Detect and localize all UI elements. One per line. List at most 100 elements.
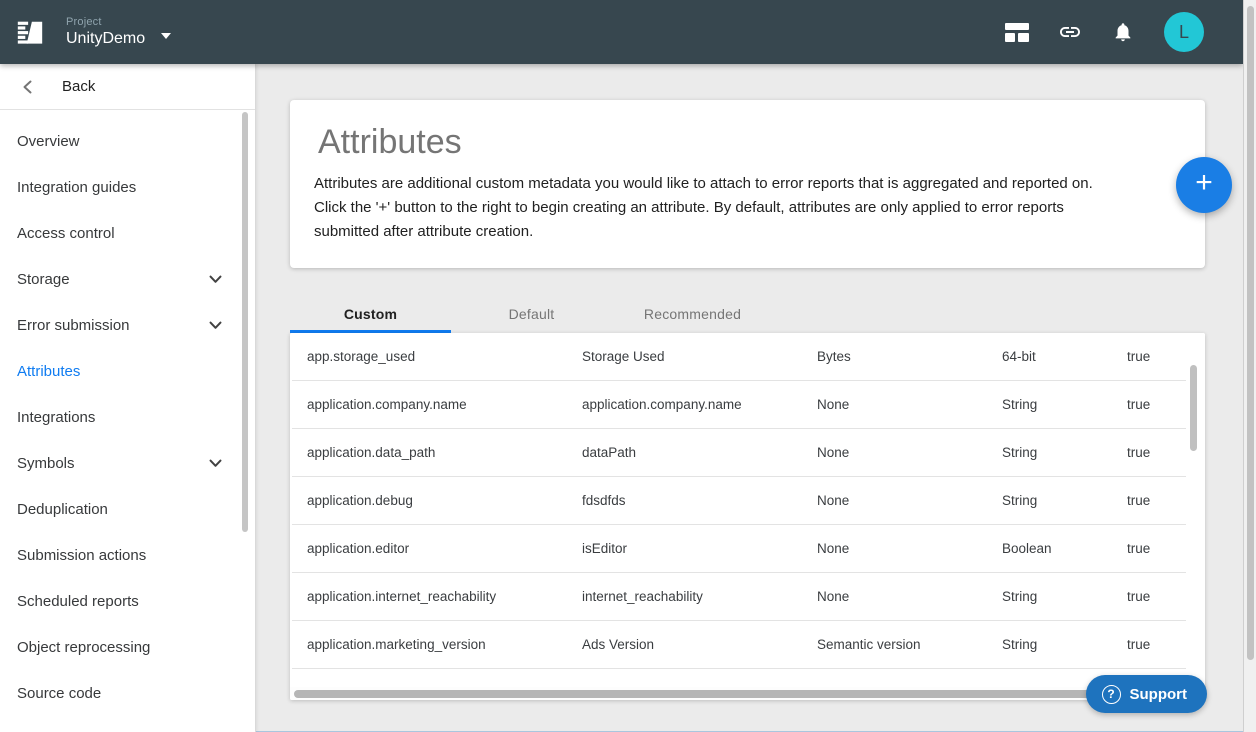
help-icon: ? — [1102, 685, 1121, 704]
project-name: UnityDemo — [66, 30, 145, 48]
top-bar: Project UnityDemo — [0, 0, 1243, 64]
dashboard-layout-icon[interactable] — [1005, 20, 1029, 44]
sidebar-item-submission-actions[interactable]: Submission actions — [0, 532, 255, 578]
table-cell: true — [1127, 493, 1186, 508]
add-attribute-button[interactable]: + — [1176, 157, 1232, 213]
table-vertical-scrollbar-thumb[interactable] — [1190, 365, 1197, 451]
notifications-bell-icon[interactable] — [1111, 20, 1135, 44]
table-cell: 64-bit — [1002, 349, 1127, 364]
link-icon[interactable] — [1058, 20, 1082, 44]
settings-sidebar: Back Overview Integration guides Access co… — [0, 64, 256, 732]
sidebar-item-storage[interactable]: Storage — [0, 256, 255, 302]
sidebar-item-deduplication[interactable]: Deduplication — [0, 486, 255, 532]
table-cell: None — [817, 541, 1002, 556]
table-cell: app.storage_used — [307, 349, 582, 364]
table-cell: true — [1127, 541, 1186, 556]
chevron-left-icon — [22, 80, 32, 94]
table-cell: internet_reachability — [582, 589, 817, 604]
back-label: Back — [62, 78, 95, 95]
table-cell: true — [1127, 397, 1186, 412]
table-cell: application.internet_reachability — [307, 589, 582, 604]
table-cell: String — [1002, 493, 1127, 508]
page-description: Attributes are additional custom metadat… — [314, 172, 1115, 244]
backtrace-logo-icon[interactable] — [14, 16, 46, 48]
page-title: Attributes — [318, 122, 1115, 162]
table-row[interactable]: application.debugfdsdfdsNoneStringtrue — [292, 477, 1186, 525]
sidebar-item-overview[interactable]: Overview — [0, 118, 255, 164]
tab-recommended[interactable]: Recommended — [612, 295, 773, 333]
table-row[interactable]: app.storage_usedStorage UsedBytes64-bitt… — [292, 333, 1186, 381]
table-cell: None — [817, 493, 1002, 508]
table-cell: application.company.name — [582, 397, 817, 412]
project-switcher[interactable]: Project UnityDemo — [66, 16, 171, 48]
sidebar-nav: Overview Integration guides Access control… — [0, 110, 255, 716]
table-cell: true — [1127, 589, 1186, 604]
main-content: Attributes Attributes are additional cus… — [256, 64, 1243, 732]
table-cell: fdsdfds — [582, 493, 817, 508]
sidebar-item-error-submission[interactable]: Error submission — [0, 302, 255, 348]
sidebar-item-attributes[interactable]: Attributes — [0, 348, 255, 394]
sidebar-item-source-code[interactable]: Source code — [0, 670, 255, 716]
table-cell: String — [1002, 445, 1127, 460]
tab-custom[interactable]: Custom — [290, 295, 451, 333]
table-row[interactable]: application.company.nameapplication.comp… — [292, 381, 1186, 429]
table-cell: application.debug — [307, 493, 582, 508]
sidebar-item-access-control[interactable]: Access control — [0, 210, 255, 256]
page-scrollbar-thumb[interactable] — [1247, 6, 1254, 660]
sidebar-item-label: Object reprocessing — [17, 639, 150, 656]
chevron-down-icon — [209, 459, 222, 467]
table-horizontal-scrollbar — [290, 687, 1205, 700]
table-cell: true — [1127, 349, 1186, 364]
table-cell: application.data_path — [307, 445, 582, 460]
table-cell: Bytes — [817, 349, 1002, 364]
table-row[interactable]: application.marketing_versionAds Version… — [292, 621, 1186, 669]
sidebar-item-label: Deduplication — [17, 501, 108, 518]
table-cell: Semantic version — [817, 637, 1002, 652]
user-avatar[interactable]: L — [1164, 12, 1204, 52]
chevron-down-icon — [209, 321, 222, 329]
sidebar-item-label: Integrations — [17, 409, 95, 426]
table-cell: Storage Used — [582, 349, 817, 364]
support-button[interactable]: ? Support — [1086, 675, 1208, 713]
tab-label: Custom — [344, 306, 397, 322]
chevron-down-icon — [209, 275, 222, 283]
attributes-table-rows: app.storage_usedStorage UsedBytes64-bitt… — [290, 333, 1205, 700]
table-cell: application.editor — [307, 541, 582, 556]
project-label: Project — [66, 16, 145, 28]
caret-down-icon — [161, 33, 171, 39]
sidebar-item-label: Overview — [17, 133, 80, 150]
sidebar-item-label: Attributes — [17, 363, 80, 380]
sidebar-scrollbar-thumb[interactable] — [242, 112, 248, 532]
tab-default[interactable]: Default — [451, 295, 612, 333]
sidebar-item-integrations[interactable]: Integrations — [0, 394, 255, 440]
table-cell: application.marketing_version — [307, 637, 582, 652]
sidebar-item-label: Error submission — [17, 317, 130, 334]
sidebar-item-symbols[interactable]: Symbols — [0, 440, 255, 486]
table-cell: Boolean — [1002, 541, 1127, 556]
table-cell: true — [1127, 637, 1186, 652]
table-cell: None — [817, 589, 1002, 604]
attribute-tabs: Custom DefaultRecommended — [290, 295, 1205, 333]
table-cell: None — [817, 397, 1002, 412]
table-row[interactable]: application.editorisEditorNoneBooleantru… — [292, 525, 1186, 573]
sidebar-item-label: Access control — [17, 225, 115, 242]
table-cell: isEditor — [582, 541, 817, 556]
table-row[interactable]: application.data_pathdataPathNoneStringt… — [292, 429, 1186, 477]
sidebar-item-label: Scheduled reports — [17, 593, 139, 610]
back-button[interactable]: Back — [0, 64, 255, 110]
attributes-table: app.storage_usedStorage UsedBytes64-bitt… — [290, 333, 1205, 700]
table-cell: application.company.name — [307, 397, 582, 412]
table-row[interactable]: application.internet_reachabilityinterne… — [292, 573, 1186, 621]
table-cell: String — [1002, 397, 1127, 412]
table-cell: None — [817, 445, 1002, 460]
table-cell: true — [1127, 445, 1186, 460]
sidebar-item-object-reprocessing[interactable]: Object reprocessing — [0, 624, 255, 670]
table-cell: String — [1002, 589, 1127, 604]
table-cell: Ads Version — [582, 637, 817, 652]
sidebar-item-integration-guides[interactable]: Integration guides — [0, 164, 255, 210]
table-horizontal-scrollbar-thumb[interactable] — [294, 690, 1146, 698]
sidebar-item-scheduled-reports[interactable]: Scheduled reports — [0, 578, 255, 624]
sidebar-item-label: Integration guides — [17, 179, 136, 196]
sidebar-item-label: Storage — [17, 271, 70, 288]
sidebar-item-label: Symbols — [17, 455, 75, 472]
